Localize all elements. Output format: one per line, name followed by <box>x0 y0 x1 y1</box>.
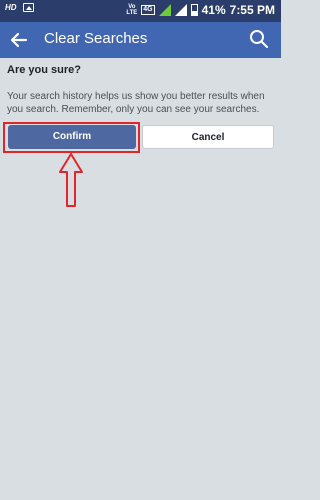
cancel-button[interactable]: Cancel <box>142 125 274 149</box>
battery-percent: 41% <box>201 3 226 17</box>
volte-indicator: Vo LTE <box>126 4 138 16</box>
status-left: HD <box>5 3 34 12</box>
signal-sim2-icon <box>174 4 187 16</box>
arrow-back-icon[interactable] <box>10 31 28 49</box>
signal-sim1-icon <box>158 4 171 16</box>
confirm-highlight-box <box>3 122 140 153</box>
battery-icon <box>190 4 198 16</box>
hd-indicator: HD <box>5 3 17 12</box>
status-right: Vo LTE 4G 41% 7:55 PM <box>126 3 275 17</box>
image-notification-icon <box>22 3 34 12</box>
app-bar: Clear Searches <box>0 22 281 58</box>
dialog-description: Your search history helps us show you be… <box>7 91 265 115</box>
network-4g-indicator: 4G <box>141 5 155 15</box>
status-bar: HD Vo LTE 4G 41% 7:55 PM <box>0 0 281 22</box>
dialog-heading: Are you sure? <box>7 64 81 76</box>
clock: 7:55 PM <box>229 3 275 17</box>
page-title: Clear Searches <box>44 30 148 47</box>
search-icon[interactable] <box>249 29 269 49</box>
annotation-arrow-icon <box>59 153 83 207</box>
